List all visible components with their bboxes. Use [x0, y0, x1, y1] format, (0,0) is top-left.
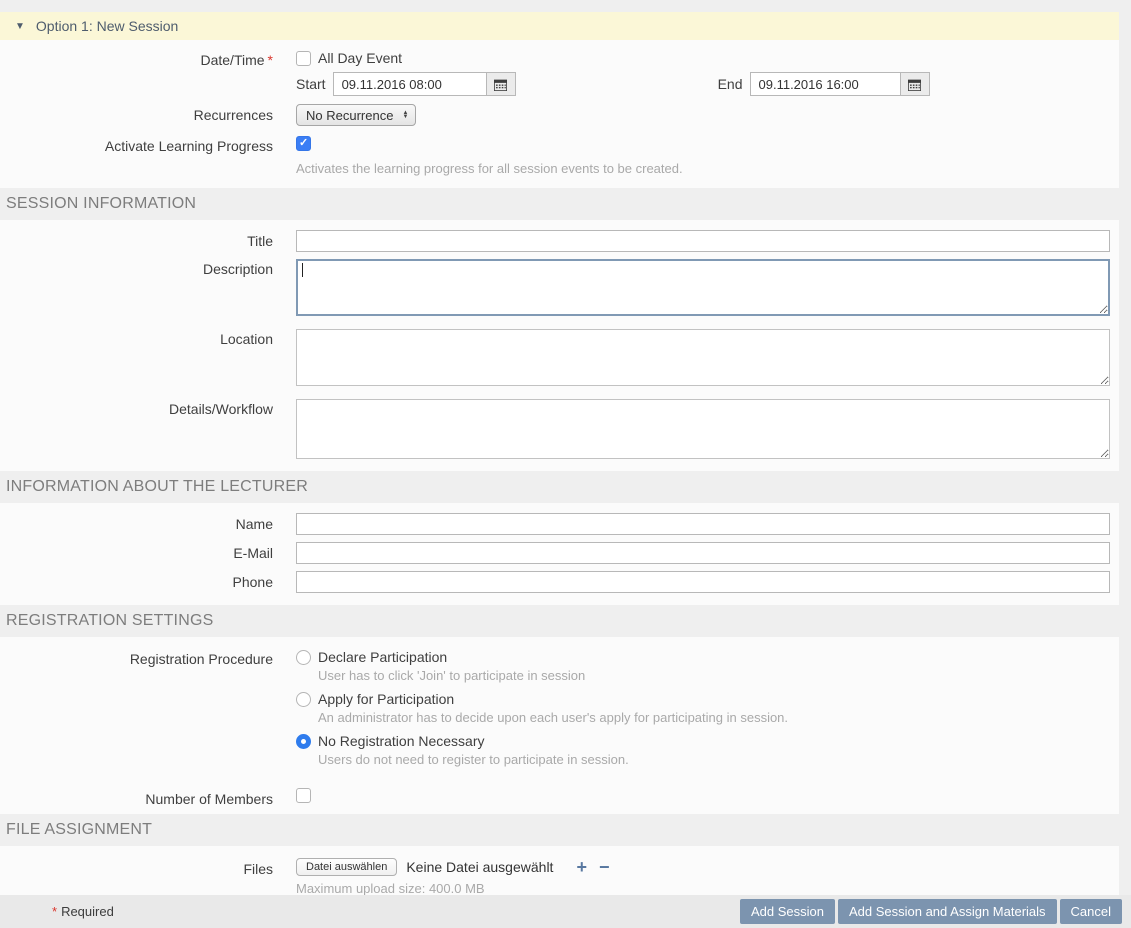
no-file-selected-text: Keine Datei ausgewählt — [406, 859, 553, 875]
recurrence-selected-value: No Recurrence — [306, 108, 393, 123]
section-header-registration: REGISTRATION SETTINGS — [0, 605, 1119, 637]
no-registration-byline: Users do not need to register to partici… — [318, 752, 1110, 767]
calendar-icon — [908, 78, 921, 91]
location-label: Location — [0, 329, 296, 386]
max-upload-size-byline: Maximum upload size: 400.0 MB — [296, 881, 1110, 896]
add-session-assign-materials-button[interactable]: Add Session and Assign Materials — [838, 899, 1057, 924]
collapse-triangle-icon: ▼ — [15, 21, 25, 32]
start-calendar-button[interactable] — [487, 72, 516, 96]
required-note: *Required — [52, 904, 114, 919]
add-session-button[interactable]: Add Session — [740, 899, 835, 924]
end-label: End — [718, 76, 743, 92]
radio-no-registration-necessary-label: No Registration Necessary — [318, 733, 485, 749]
number-of-members-checkbox[interactable] — [296, 788, 311, 803]
number-of-members-label: Number of Members — [0, 788, 296, 808]
declare-participation-byline: User has to click 'Join' to participate … — [318, 668, 1110, 683]
location-textarea[interactable] — [296, 329, 1110, 386]
learning-progress-byline: Activates the learning progress for all … — [296, 161, 1110, 176]
text-caret — [302, 263, 303, 277]
recurrences-label: Recurrences — [0, 104, 296, 126]
section-header-file-assignment: FILE ASSIGNMENT — [0, 814, 1119, 846]
registration-procedure-label: Registration Procedure — [0, 649, 296, 775]
calendar-icon — [494, 78, 507, 91]
lecturer-phone-input[interactable] — [296, 571, 1110, 593]
details-workflow-textarea[interactable] — [296, 399, 1110, 459]
lecturer-name-input[interactable] — [296, 513, 1110, 535]
datetime-block: Date/Time* All Day Event Start — [0, 40, 1119, 188]
registration-block: Registration Procedure Declare Participa… — [0, 637, 1119, 814]
lecturer-email-input[interactable] — [296, 542, 1110, 564]
radio-declare-participation-label: Declare Participation — [318, 649, 447, 665]
lecturer-email-label: E-Mail — [0, 542, 296, 564]
all-day-event-checkbox[interactable] — [296, 51, 311, 66]
lecturer-name-label: Name — [0, 513, 296, 535]
radio-apply-for-participation[interactable] — [296, 692, 311, 707]
choose-file-button[interactable]: Datei auswählen — [296, 858, 397, 876]
select-arrows-icon: ▲▼ — [402, 111, 408, 119]
lecturer-phone-label: Phone — [0, 571, 296, 593]
end-datetime-input[interactable] — [750, 72, 901, 96]
end-calendar-button[interactable] — [901, 72, 930, 96]
section-header-session-information: SESSION INFORMATION — [0, 188, 1119, 220]
required-asterisk: * — [268, 52, 273, 68]
radio-no-registration-necessary[interactable] — [296, 734, 311, 749]
remove-file-icon[interactable]: − — [599, 858, 610, 876]
banner-title: Option 1: New Session — [36, 18, 178, 34]
details-workflow-label: Details/Workflow — [0, 399, 296, 459]
radio-apply-for-participation-label: Apply for Participation — [318, 691, 454, 707]
files-label: Files — [0, 858, 296, 896]
required-asterisk: * — [52, 904, 57, 919]
recurrence-select[interactable]: No Recurrence ▲▼ — [296, 104, 416, 126]
form-footer: *Required Add Session Add Session and As… — [0, 895, 1131, 928]
lecturer-block: Name E-Mail Phone — [0, 503, 1119, 605]
learning-progress-checkbox[interactable] — [296, 136, 311, 151]
section-header-lecturer: INFORMATION ABOUT THE LECTURER — [0, 471, 1119, 503]
add-file-icon[interactable]: + — [576, 858, 587, 876]
description-textarea[interactable] — [296, 259, 1110, 316]
radio-declare-participation[interactable] — [296, 650, 311, 665]
start-label: Start — [296, 76, 326, 92]
cancel-button[interactable]: Cancel — [1060, 899, 1122, 924]
option-1-new-session-header[interactable]: ▼ Option 1: New Session — [0, 12, 1119, 40]
start-datetime-input[interactable] — [333, 72, 487, 96]
datetime-label: Date/Time* — [0, 50, 296, 96]
all-day-event-label: All Day Event — [318, 50, 402, 66]
apply-for-participation-byline: An administrator has to decide upon each… — [318, 710, 1110, 725]
session-form: ▼ Option 1: New Session Date/Time* All D… — [0, 12, 1119, 906]
learning-progress-label: Activate Learning Progress — [0, 136, 296, 176]
title-label: Title — [0, 230, 296, 252]
description-label: Description — [0, 259, 296, 316]
title-input[interactable] — [296, 230, 1110, 252]
session-information-block: Title Description Location Details/Workf… — [0, 220, 1119, 471]
